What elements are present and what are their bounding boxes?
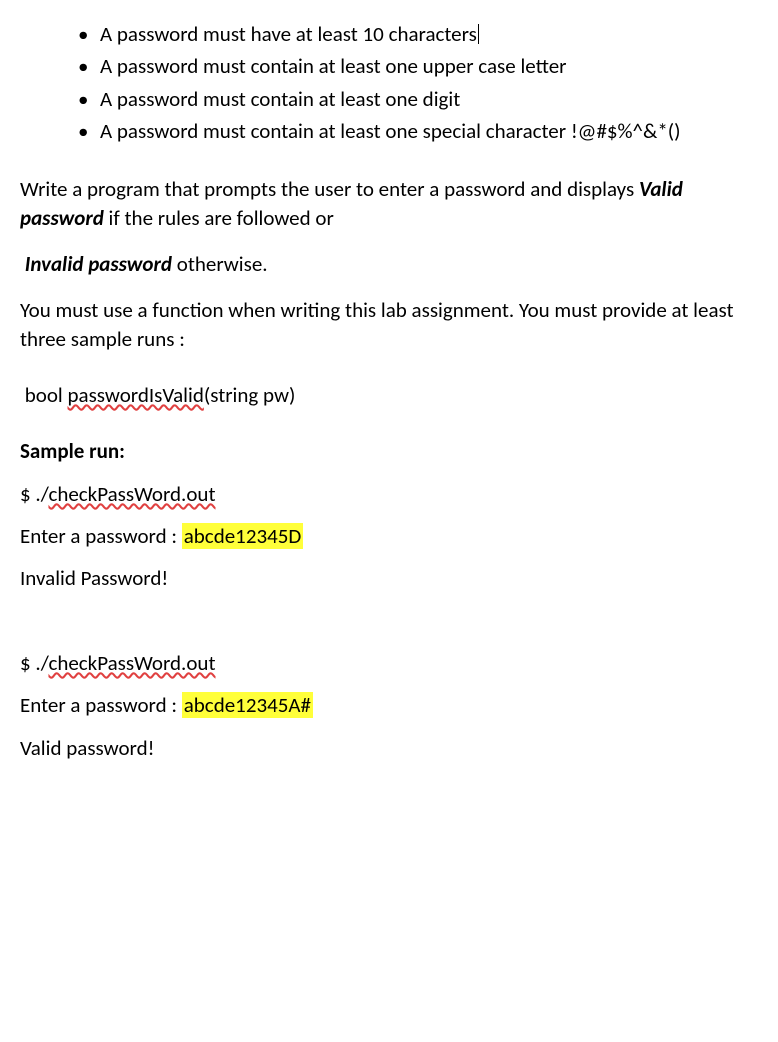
paragraph-invalid: Invalid password otherwise. xyxy=(20,250,758,278)
rule-text: A password must contain at least one upp… xyxy=(100,53,567,79)
func-return: bool xyxy=(25,382,68,408)
rule-item: A password must have at least 10 charact… xyxy=(78,20,758,48)
run1-prompt-line: Enter a password : abcde12345D xyxy=(20,522,758,550)
para1-post: if the rules are followed or xyxy=(104,205,334,231)
run2-cmd-name: checkPassWord.out xyxy=(48,650,215,676)
run1-cmd-prefix: $ ./ xyxy=(20,481,48,507)
run2-input: abcde12345A# xyxy=(182,692,313,718)
sample-run-heading: Sample run: xyxy=(20,437,758,465)
run1-input: abcde12345D xyxy=(182,523,304,549)
rule-text: A password must contain at least one spe… xyxy=(100,118,681,144)
para1-pre: Write a program that prompts the user to… xyxy=(20,176,639,202)
invalid-password-emph: Invalid password xyxy=(25,251,172,277)
rule-item: A password must contain at least one dig… xyxy=(78,85,758,113)
run2-prompt-line: Enter a password : abcde12345A# xyxy=(20,691,758,719)
text-cursor xyxy=(478,24,479,44)
run2-cmd-prefix: $ ./ xyxy=(20,650,48,676)
function-signature: bool passwordIsValid(string pw) xyxy=(20,381,758,409)
run1-prompt: Enter a password : xyxy=(20,523,182,549)
run2-command: $ ./checkPassWord.out xyxy=(20,649,758,677)
rules-list: A password must have at least 10 charact… xyxy=(20,20,758,145)
rule-text: A password must contain at least one dig… xyxy=(100,86,460,112)
rule-text: A password must have at least 10 charact… xyxy=(100,21,477,47)
func-name: passwordIsValid xyxy=(68,382,204,408)
paragraph-function-req: You must use a function when writing thi… xyxy=(20,296,758,353)
rule-item: A password must contain at least one upp… xyxy=(78,52,758,80)
run1-cmd-name: checkPassWord.out xyxy=(48,481,215,507)
rule-item: A password must contain at least one spe… xyxy=(78,117,758,145)
run1-command: $ ./checkPassWord.out xyxy=(20,480,758,508)
run2-result: Valid password! xyxy=(20,734,758,762)
paragraph-intro: Write a program that prompts the user to… xyxy=(20,175,758,232)
func-args: (string pw) xyxy=(204,382,296,408)
run2-prompt: Enter a password : xyxy=(20,692,182,718)
para2-post: otherwise. xyxy=(172,251,268,277)
run1-result: Invalid Password! xyxy=(20,564,758,592)
